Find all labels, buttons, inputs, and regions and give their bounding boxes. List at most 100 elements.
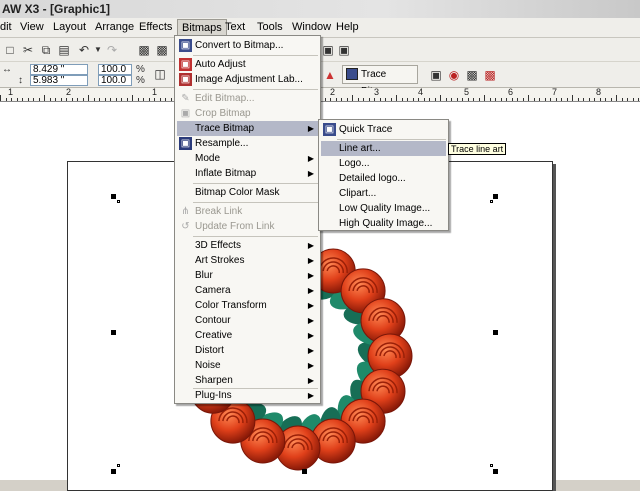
menu-item-detailed-logo[interactable]: Detailed logo... bbox=[321, 171, 446, 186]
menu-item-creative[interactable]: Creative ▶ bbox=[177, 328, 318, 343]
redo-icon[interactable]: ↷ bbox=[104, 42, 120, 58]
menu-view[interactable]: View bbox=[20, 21, 44, 33]
menu-item-high-quality-image[interactable]: High Quality Image... bbox=[321, 216, 446, 231]
paste-icon[interactable]: ▤ bbox=[56, 42, 72, 58]
menu-help[interactable]: Help bbox=[336, 21, 359, 33]
export-icon[interactable]: ▩ bbox=[154, 42, 170, 58]
ruler-tick bbox=[27, 98, 29, 101]
menu-edit[interactable]: dit bbox=[0, 21, 12, 33]
ruler-label: 7 bbox=[552, 87, 558, 97]
selection-handle[interactable] bbox=[493, 330, 498, 335]
selection-handle[interactable] bbox=[111, 469, 116, 474]
ruler-tick bbox=[396, 95, 397, 101]
trace-bitmap-icon bbox=[346, 68, 358, 80]
selection-handle[interactable] bbox=[493, 194, 498, 199]
menu-item-art-strokes[interactable]: Art Strokes ▶ bbox=[177, 253, 318, 268]
submenu-arrow-icon: ▶ bbox=[307, 271, 314, 280]
resample-icon: ▣ bbox=[179, 137, 192, 150]
ruler-tick bbox=[462, 98, 463, 101]
ruler-label: 8 bbox=[596, 87, 602, 97]
scale-x-field[interactable]: 100.0 bbox=[98, 64, 132, 75]
ruler-tick bbox=[132, 95, 133, 101]
menu-item-resample[interactable]: ▣ Resample... bbox=[177, 136, 318, 151]
ruler-label: 5 bbox=[464, 87, 470, 97]
ruler-tick bbox=[412, 98, 414, 101]
menu-window[interactable]: Window bbox=[292, 21, 331, 33]
menu-item-quick-trace[interactable]: ▣ Quick Trace bbox=[321, 122, 446, 137]
submenu-arrow-icon: ▶ bbox=[307, 286, 314, 295]
selection-handle[interactable] bbox=[302, 469, 307, 474]
selection-handle[interactable] bbox=[493, 469, 498, 474]
menu-item-crop-bitmap[interactable]: ▣ Crop Bitmap bbox=[177, 106, 318, 121]
edit-bitmap-icon: ✎ bbox=[181, 93, 190, 104]
menu-item-contour[interactable]: Contour ▶ bbox=[177, 313, 318, 328]
menu-item-logo[interactable]: Logo... bbox=[321, 156, 446, 171]
selection-handle[interactable] bbox=[111, 330, 116, 335]
ruler-tick bbox=[170, 98, 172, 101]
menu-item-3d-effects[interactable]: 3D Effects ▶ bbox=[177, 238, 318, 253]
scale-y-field[interactable]: 100.0 bbox=[98, 75, 132, 86]
ruler-tick bbox=[368, 98, 370, 101]
menu-item-bitmap-color-mask[interactable]: Bitmap Color Mask bbox=[177, 185, 318, 200]
menu-arrange[interactable]: Arrange bbox=[95, 21, 134, 33]
menu-text[interactable]: Text bbox=[225, 21, 245, 33]
menu-item-sharpen[interactable]: Sharpen ▶ bbox=[177, 373, 318, 388]
menu-item-camera[interactable]: Camera ▶ bbox=[177, 283, 318, 298]
ruler-tick bbox=[445, 98, 447, 101]
ruler-tick bbox=[60, 98, 62, 101]
save-icon[interactable]: □ bbox=[2, 42, 18, 58]
import-icon[interactable]: ▩ bbox=[136, 42, 152, 58]
ruler-tick bbox=[495, 98, 496, 101]
ruler-tick bbox=[143, 98, 144, 101]
ruler-tick bbox=[451, 98, 452, 101]
submenu-arrow-icon: ▶ bbox=[307, 241, 314, 250]
menu-item-blur[interactable]: Blur ▶ bbox=[177, 268, 318, 283]
ruler-tick bbox=[159, 98, 161, 101]
selection-handle[interactable] bbox=[111, 194, 116, 199]
wrap-text-icon[interactable]: ◉ bbox=[446, 67, 462, 83]
menu-item-mode[interactable]: Mode ▶ bbox=[177, 151, 318, 166]
mirror-icon[interactable]: ▲ bbox=[322, 67, 338, 83]
menu-item-update-from-link[interactable]: ↺ Update From Link bbox=[177, 219, 318, 234]
menu-item-color-transform[interactable]: Color Transform ▶ bbox=[177, 298, 318, 313]
ruler-label: 4 bbox=[418, 87, 424, 97]
to-front-icon[interactable]: ▩ bbox=[464, 67, 480, 83]
menu-tools[interactable]: Tools bbox=[257, 21, 283, 33]
ruler-tick bbox=[555, 98, 557, 101]
ruler-tick bbox=[104, 98, 106, 101]
crop-icon[interactable]: ▣ bbox=[428, 67, 444, 83]
trace-bitmap-button[interactable]: Trace Bitmap bbox=[342, 65, 418, 97]
submenu-arrow-icon: ▶ bbox=[307, 331, 314, 340]
ruler-tick bbox=[126, 98, 128, 101]
menu-item-trace-bitmap[interactable]: Trace Bitmap ▶ bbox=[177, 121, 318, 136]
menu-item-convert-to-bitmap[interactable]: ▣ Convert to Bitmap... bbox=[177, 38, 318, 53]
menu-effects[interactable]: Effects bbox=[139, 21, 172, 33]
menu-item-clipart[interactable]: Clipart... bbox=[321, 186, 446, 201]
menu-item-noise[interactable]: Noise ▶ bbox=[177, 358, 318, 373]
ruler-tick bbox=[610, 98, 612, 101]
to-back-icon[interactable]: ▩ bbox=[482, 67, 498, 83]
menu-item-low-quality-image[interactable]: Low Quality Image... bbox=[321, 201, 446, 216]
copy-icon[interactable]: ⧉ bbox=[38, 42, 54, 58]
ruler-tick bbox=[478, 98, 480, 101]
ruler-tick bbox=[352, 95, 353, 101]
cut-icon[interactable]: ✂ bbox=[20, 42, 36, 58]
menu-item-plug-ins[interactable]: Plug-Ins ▶ bbox=[177, 388, 318, 403]
ruler-tick bbox=[16, 98, 18, 101]
object-width-field[interactable]: 8.429 " bbox=[30, 64, 88, 75]
lock-ratio-icon[interactable]: ◫ bbox=[152, 66, 168, 82]
welcome-screen-icon[interactable]: ▣ bbox=[336, 42, 352, 58]
menu-item-auto-adjust[interactable]: ▣ Auto Adjust bbox=[177, 57, 318, 72]
menu-item-line-art[interactable]: Line art... bbox=[321, 141, 446, 156]
object-height-field[interactable]: 5.983 " bbox=[30, 75, 88, 86]
menu-item-break-link[interactable]: ⋔ Break Link bbox=[177, 204, 318, 219]
menu-item-inflate-bitmap[interactable]: Inflate Bitmap ▶ bbox=[177, 166, 318, 181]
ruler-tick bbox=[148, 98, 150, 101]
menu-item-image-adjustment-lab[interactable]: ▣ Image Adjustment Lab... bbox=[177, 72, 318, 87]
application-launcher-icon[interactable]: ▣ bbox=[320, 42, 336, 58]
menu-layout[interactable]: Layout bbox=[53, 21, 86, 33]
menu-item-distort[interactable]: Distort ▶ bbox=[177, 343, 318, 358]
menu-item-edit-bitmap[interactable]: ✎ Edit Bitmap... bbox=[177, 91, 318, 106]
scale-x-unit: % bbox=[136, 64, 145, 75]
ruler-tick bbox=[401, 98, 403, 101]
